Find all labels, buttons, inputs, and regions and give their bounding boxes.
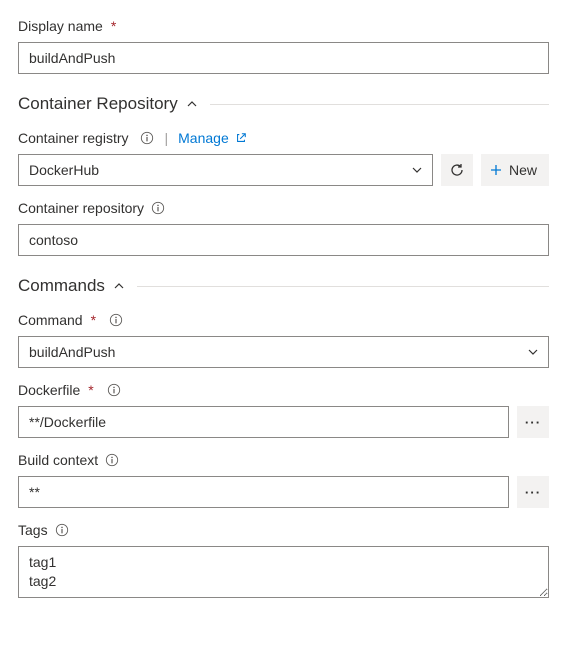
container-registry-select[interactable]: DockerHub <box>18 154 433 186</box>
dockerfile-label: Dockerfile <box>18 382 80 398</box>
command-field: Command * buildAndPush <box>18 312 549 368</box>
dockerfile-field: Dockerfile * ··· <box>18 382 549 438</box>
section-divider <box>210 104 549 105</box>
dockerfile-input[interactable] <box>18 406 509 438</box>
required-asterisk: * <box>111 18 116 34</box>
divider: | <box>165 130 169 146</box>
info-icon[interactable] <box>106 382 122 398</box>
required-asterisk: * <box>91 312 96 328</box>
container-repository-field: Container repository <box>18 200 549 256</box>
info-icon[interactable] <box>150 200 166 216</box>
container-repository-label: Container repository <box>18 200 144 216</box>
tags-label: Tags <box>18 522 48 538</box>
display-name-field: Display name * <box>18 18 549 74</box>
container-registry-field: Container registry | Manage DockerHub <box>18 130 549 186</box>
info-icon[interactable] <box>104 452 120 468</box>
info-icon[interactable] <box>108 312 124 328</box>
build-context-label: Build context <box>18 452 98 468</box>
refresh-button[interactable] <box>441 154 473 186</box>
refresh-icon <box>449 162 465 178</box>
command-select[interactable]: buildAndPush <box>18 336 549 368</box>
container-repository-section-header[interactable]: Container Repository <box>18 94 549 114</box>
manage-link[interactable]: Manage <box>178 130 247 146</box>
required-asterisk: * <box>88 382 93 398</box>
ellipsis-icon: ··· <box>525 485 541 500</box>
chevron-up-icon <box>186 98 198 110</box>
container-registry-label: Container registry <box>18 130 129 146</box>
info-icon[interactable] <box>139 130 155 146</box>
plus-icon <box>489 163 503 177</box>
section-divider <box>137 286 549 287</box>
browse-button[interactable]: ··· <box>517 406 549 438</box>
section-title: Container Repository <box>18 94 178 114</box>
command-label: Command <box>18 312 83 328</box>
section-title: Commands <box>18 276 105 296</box>
browse-button[interactable]: ··· <box>517 476 549 508</box>
chevron-up-icon <box>113 280 125 292</box>
build-context-field: Build context ··· <box>18 452 549 508</box>
tags-field: Tags <box>18 522 549 601</box>
display-name-input[interactable] <box>18 42 549 74</box>
build-context-input[interactable] <box>18 476 509 508</box>
display-name-label: Display name <box>18 18 103 34</box>
info-icon[interactable] <box>54 522 70 538</box>
external-link-icon <box>235 132 247 144</box>
container-repository-input[interactable] <box>18 224 549 256</box>
ellipsis-icon: ··· <box>525 415 541 430</box>
new-button[interactable]: New <box>481 154 549 186</box>
commands-section-header[interactable]: Commands <box>18 276 549 296</box>
tags-textarea[interactable] <box>18 546 549 598</box>
